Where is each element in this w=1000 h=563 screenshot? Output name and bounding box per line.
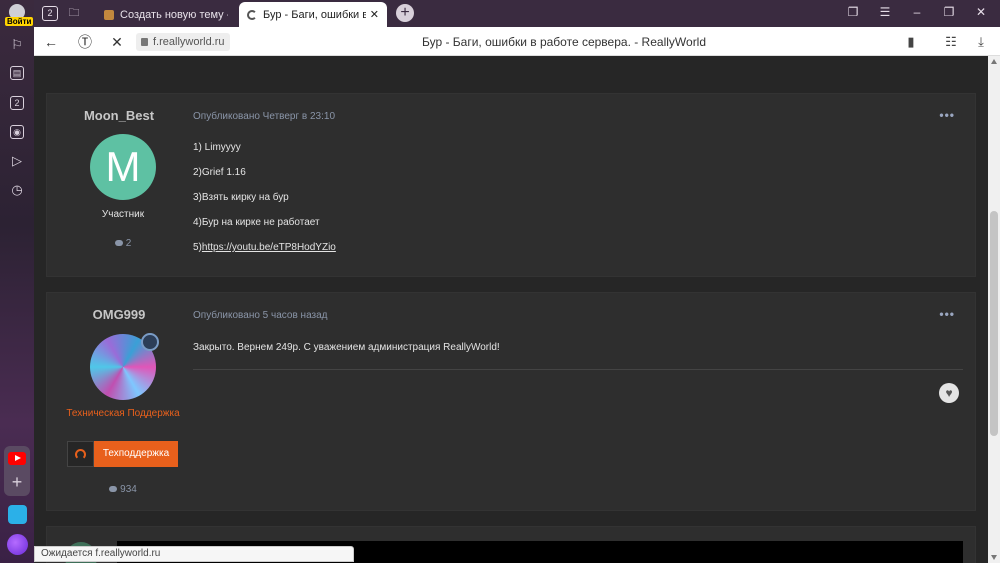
lock-icon [141,38,148,46]
browser-sidebar: Войти ⚐ ▤ 2 ◉ ▷ ◷ + [0,0,34,563]
post-count: 2 [47,238,199,249]
menu-icon[interactable]: ☰ [876,5,894,21]
post-menu-icon[interactable]: ••• [939,307,955,321]
minimize-icon[interactable]: – [908,5,926,21]
support-badge: Техподдержка [67,441,178,467]
yandex-icon[interactable]: Ⓣ [76,33,94,51]
camera-icon[interactable]: ◉ [7,122,27,142]
url-field[interactable]: f.reallyworld.ru [136,33,230,51]
url-text: f.reallyworld.ru [153,36,225,48]
folder-icon[interactable]: 🗀 [64,4,84,22]
user-role: Участник [101,209,145,220]
page-title: Бур - Баги, ошибки в работе сервера. - R… [421,35,707,49]
tab-title: Создать новую тему - Rea [120,8,228,21]
loading-spinner-icon [247,9,257,20]
scroll-down-icon[interactable] [991,555,997,560]
post-body: 1) Limyyyy 2)Grief 1.16 3)Взять кирку на… [193,142,336,267]
scrollbar-thumb[interactable] [990,211,998,436]
post-line: 3)Взять кирку на бур [193,192,289,203]
tab-counter-button[interactable]: 2 [40,4,60,22]
post-line: 2)Grief 1.16 [193,167,246,178]
post-count: 934 [47,484,199,495]
bookmarks-panel-icon[interactable]: ❐ [844,5,862,21]
headset-icon [67,441,94,467]
tabs-count-icon[interactable]: 2 [7,93,27,113]
avatar[interactable]: M [90,134,156,200]
play-icon[interactable]: ▷ [7,151,27,171]
close-window-icon[interactable]: ✕ [972,5,990,21]
history-icon[interactable]: ◷ [7,180,27,200]
back-icon[interactable]: ← [42,33,60,51]
moderator-badge-icon [141,333,159,351]
stop-loading-icon[interactable]: ✕ [108,33,126,51]
status-bar: Ожидается f.reallyworld.ru [34,546,354,562]
post-body: Закрыто. Вернем 249р. С уважением админи… [193,342,500,353]
tab-title: Бур - Баги, ошибки в р [263,8,366,21]
post-date[interactable]: Опубликовано 5 часов назад [193,310,328,321]
login-label[interactable]: Войти [5,17,34,26]
messenger-icon[interactable] [8,505,27,524]
site-favicon-icon [104,9,114,20]
bookmark-icon[interactable]: ▮ [902,33,920,51]
like-heart-icon[interactable]: ♥ [939,383,959,403]
post-date[interactable]: Опубликовано Четверг в 23:10 [193,111,335,122]
comment-icon [109,486,118,492]
post-line: 1) Limyyyy [193,142,241,153]
youtube-link[interactable]: https://youtu.be/eTP8HodYZio [202,242,336,253]
download-icon[interactable]: ⤓ [972,33,990,51]
user-role: Техническая Поддержка [66,408,180,419]
post-menu-icon[interactable]: ••• [939,108,955,122]
scroll-up-icon[interactable] [991,59,997,64]
restore-icon[interactable]: ❐ [940,5,958,21]
youtube-icon[interactable] [8,452,26,465]
collections-icon[interactable]: ▤ [7,63,27,83]
tab-create-topic[interactable]: Создать новую тему - Rea [96,2,236,27]
forum-post: Moon_Best M Участник 2 Опубликовано Четв… [46,93,976,277]
comment-icon [114,240,123,246]
tabs-count: 2 [10,96,24,110]
tab-bur-active[interactable]: Бур - Баги, ошибки в р ✕ [239,2,387,27]
post-line-prefix: 5) [193,242,202,253]
translate-icon[interactable]: ☷ [942,33,960,51]
alice-icon[interactable] [7,534,28,555]
new-tab-button[interactable]: + [396,4,414,22]
tab-bar: 2 🗀 Создать новую тему - Rea Бур - Баги,… [34,0,1000,27]
forum-post: OMG999 Техническая Поддержка Техподдержк… [46,292,976,511]
divider [193,369,963,370]
add-app-icon[interactable]: + [8,473,26,491]
support-badge-label: Техподдержка [94,441,178,467]
close-tab-icon[interactable]: ✕ [370,8,379,21]
bell-icon[interactable]: ⚐ [7,35,27,55]
author-name[interactable]: OMG999 [47,307,191,322]
author-name[interactable]: Moon_Best [47,108,191,123]
address-bar: ← Ⓣ ✕ f.reallyworld.ru Бур - Баги, ошибк… [34,27,1000,56]
post-line: 4)Бур на кирке не работает [193,217,320,228]
forum-page: Moon_Best M Участник 2 Опубликовано Четв… [34,56,988,563]
scrollbar[interactable] [988,56,1000,563]
